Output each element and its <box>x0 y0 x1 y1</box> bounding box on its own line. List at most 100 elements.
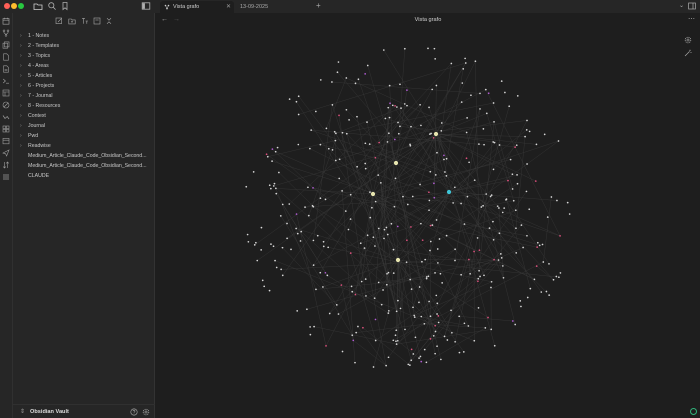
graph-node[interactable] <box>256 259 259 262</box>
graph-node[interactable] <box>529 287 532 290</box>
graph-node[interactable] <box>411 195 414 198</box>
graph-node[interactable] <box>436 313 438 315</box>
graph-node[interactable] <box>480 206 483 208</box>
graph-node[interactable] <box>334 159 337 162</box>
tree-folder[interactable]: › Journal <box>13 121 155 130</box>
graph-node[interactable] <box>341 131 344 134</box>
graph-node[interactable] <box>349 218 352 220</box>
more-options-icon[interactable]: ⋯ <box>688 15 695 23</box>
graph-node[interactable] <box>395 343 398 345</box>
graph-node[interactable] <box>275 266 278 269</box>
graph-node[interactable] <box>364 73 367 75</box>
graph-node[interactable] <box>374 156 377 159</box>
graph-node[interactable] <box>255 241 257 244</box>
graph-node[interactable] <box>484 88 487 91</box>
graph-node[interactable] <box>493 141 496 144</box>
graph-node[interactable] <box>406 203 409 206</box>
tree-folder[interactable]: › 3 - Topics <box>13 51 155 60</box>
graph-node[interactable] <box>322 240 325 243</box>
graph-node[interactable] <box>380 181 382 184</box>
graph-node[interactable] <box>383 237 385 240</box>
graph-node[interactable] <box>324 198 327 201</box>
graph-node[interactable] <box>372 236 375 239</box>
graph-node[interactable] <box>405 261 408 264</box>
graph-node[interactable] <box>445 175 448 177</box>
graph-node[interactable] <box>462 351 465 353</box>
graph-node[interactable] <box>327 147 330 150</box>
graph-node[interactable] <box>370 191 376 197</box>
graph-node[interactable] <box>409 278 412 281</box>
graph-node[interactable] <box>519 299 522 302</box>
graph-node[interactable] <box>382 289 384 291</box>
graph-node[interactable] <box>432 136 435 139</box>
graph-node[interactable] <box>420 360 423 363</box>
graph-node[interactable] <box>460 273 462 276</box>
graph-node[interactable] <box>409 364 411 366</box>
graph-node[interactable] <box>403 47 406 50</box>
graph-node[interactable] <box>479 275 481 278</box>
graph-node[interactable] <box>272 185 275 187</box>
graph-node[interactable] <box>511 173 514 176</box>
graph-node[interactable] <box>429 338 432 340</box>
graph-node[interactable] <box>496 205 499 208</box>
graph-node[interactable] <box>450 309 452 312</box>
layout-icon[interactable] <box>2 125 10 133</box>
new-note-icon[interactable] <box>55 17 63 25</box>
tree-folder[interactable]: › 4 - Areas <box>13 61 155 70</box>
graph-node[interactable] <box>309 147 311 150</box>
graph-node[interactable] <box>428 191 430 194</box>
graph-node[interactable] <box>360 280 363 283</box>
graph-node[interactable] <box>483 143 485 146</box>
graph-node[interactable] <box>345 108 348 111</box>
graph-node[interactable] <box>364 167 367 170</box>
graph-node[interactable] <box>528 208 531 211</box>
graph-node[interactable] <box>508 105 511 108</box>
graph-node[interactable] <box>310 129 313 132</box>
graph-node[interactable] <box>368 143 371 145</box>
graph-node[interactable] <box>500 257 503 259</box>
graph-node[interactable] <box>432 334 435 337</box>
graph-node[interactable] <box>325 345 327 347</box>
graph-node[interactable] <box>433 182 435 185</box>
graph-node[interactable] <box>266 155 269 158</box>
help-icon[interactable] <box>130 408 138 416</box>
graph-node[interactable] <box>331 81 333 83</box>
graph-node[interactable] <box>540 291 543 293</box>
graph-node[interactable] <box>406 239 408 242</box>
graph-node[interactable] <box>500 80 503 83</box>
file-icon[interactable] <box>2 53 10 61</box>
graph-node[interactable] <box>319 197 322 200</box>
graph-node[interactable] <box>337 313 340 315</box>
graph-node[interactable] <box>393 160 399 166</box>
graph-node[interactable] <box>338 158 341 161</box>
graph-node[interactable] <box>438 238 441 240</box>
tab-daily-note[interactable]: 13-09-2025 <box>236 1 306 13</box>
graph-node[interactable] <box>436 151 438 154</box>
graph-node[interactable] <box>473 250 475 253</box>
graph-node[interactable] <box>307 186 309 189</box>
graph-node[interactable] <box>427 47 429 50</box>
graph-node[interactable] <box>476 237 479 239</box>
graph-node[interactable] <box>526 296 529 299</box>
graph-node[interactable] <box>365 295 367 297</box>
graph-node[interactable] <box>429 170 432 173</box>
graph-node[interactable] <box>316 234 319 237</box>
graph-node[interactable] <box>385 364 387 367</box>
graph-node[interactable] <box>387 309 390 312</box>
graph-node[interactable] <box>451 331 453 334</box>
graph-node[interactable] <box>440 122 443 124</box>
graph-node[interactable] <box>418 301 420 304</box>
graph-node[interactable] <box>533 278 536 281</box>
graph-node[interactable] <box>464 57 466 60</box>
graph-node[interactable] <box>394 177 397 180</box>
archive-icon[interactable] <box>2 137 10 145</box>
graph-node[interactable] <box>312 264 315 266</box>
graph-node[interactable] <box>387 312 390 314</box>
graph-node[interactable] <box>516 174 518 176</box>
graph-node[interactable] <box>538 244 541 247</box>
graph-node[interactable] <box>498 207 500 209</box>
graph-node[interactable] <box>276 146 279 149</box>
graph-node[interactable] <box>454 340 456 343</box>
graph-node[interactable] <box>260 226 263 229</box>
graph-node[interactable] <box>388 132 390 135</box>
